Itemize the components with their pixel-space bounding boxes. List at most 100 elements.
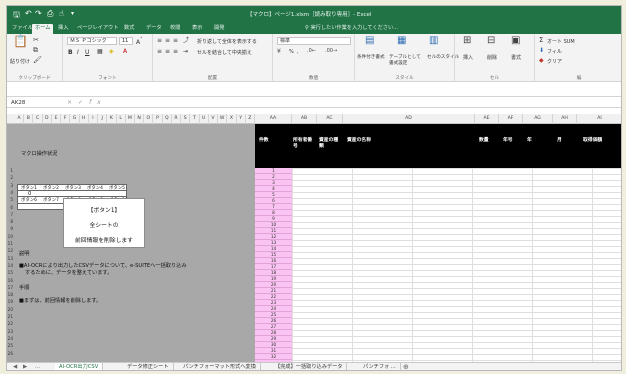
col-header[interactable]: X <box>227 114 237 124</box>
wrap-text-button[interactable]: 折り返して全体を表示する <box>197 38 257 45</box>
col-header[interactable]: R <box>172 114 182 124</box>
row-header[interactable]: 13 <box>7 256 13 261</box>
row-header[interactable]: 16 <box>7 278 13 283</box>
col-header[interactable]: K <box>107 114 117 124</box>
font-size-select[interactable]: 11 <box>119 37 133 45</box>
sheet-tab-data-fix[interactable]: データ修正シート <box>123 363 174 370</box>
more-sheets-icon[interactable]: ... <box>35 364 40 370</box>
row-header[interactable]: 5 <box>7 197 13 202</box>
tab-home[interactable]: ホーム <box>32 24 54 34</box>
col-header[interactable]: Z <box>246 114 255 124</box>
copy-icon[interactable]: ⧉ <box>33 47 38 54</box>
sheet-tab-punch-more[interactable]: パンチフォ ... <box>359 363 401 370</box>
increase-decimal-icon[interactable]: .0← <box>307 48 316 55</box>
cancel-icon[interactable]: × <box>67 99 78 106</box>
col-header[interactable]: I <box>89 114 99 124</box>
row-header[interactable]: 6 <box>7 205 13 210</box>
col-header[interactable]: M <box>126 114 135 124</box>
format-cells-icon[interactable]: ▣ <box>511 36 520 46</box>
row-header[interactable]: 10 <box>7 234 13 239</box>
col-header[interactable]: S <box>181 114 191 124</box>
italic-button[interactable]: I <box>77 49 79 56</box>
row-header[interactable]: 21 <box>7 314 13 319</box>
col-header[interactable]: N <box>135 114 145 124</box>
row-header[interactable]: 9 <box>7 226 13 231</box>
align-bottom-icon[interactable]: ≡ <box>173 37 178 44</box>
cell-styles-icon[interactable]: ▥ <box>429 36 438 46</box>
col-header[interactable]: Y <box>237 114 246 124</box>
row-header[interactable]: 4 <box>7 190 13 195</box>
col-header[interactable]: AG <box>523 114 553 124</box>
conditional-format-icon[interactable]: ▤ <box>365 36 374 46</box>
col-header[interactable]: AF <box>499 114 523 124</box>
col-header[interactable]: E <box>52 114 62 124</box>
indent-icon[interactable]: ⇥ <box>183 48 188 55</box>
sheet-tab-ai-ocr-csv[interactable]: AI-OCR出力CSV <box>55 363 104 370</box>
tab-data[interactable]: データ <box>143 24 165 34</box>
add-sheet-icon[interactable]: ⊕ <box>403 363 409 370</box>
col-header[interactable]: D <box>43 114 52 124</box>
undo-icon[interactable]: ↶ <box>25 9 32 18</box>
align-right-icon[interactable]: ≡ <box>173 48 178 55</box>
row-header[interactable]: 23 <box>7 329 13 334</box>
autosum-label[interactable]: オート SUM <box>547 38 575 45</box>
format-painter-icon[interactable]: 🖌 <box>33 57 42 64</box>
sheet-tab-completed-import[interactable]: 【完成】一括取り込みデータ <box>271 363 348 370</box>
borders-icon[interactable]: ▦ <box>97 48 103 55</box>
col-header[interactable]: H <box>80 114 89 124</box>
comma-button[interactable]: , <box>297 49 299 55</box>
font-color-icon[interactable]: A <box>123 48 127 55</box>
col-header[interactable]: Q <box>163 114 172 124</box>
cell-grid[interactable] <box>292 168 621 362</box>
next-sheet-icon[interactable]: ▶ <box>23 364 27 370</box>
col-header[interactable]: AA <box>255 114 292 124</box>
format-table-label[interactable]: テーブルとして書式設定 <box>389 54 425 66</box>
delete-cells-icon[interactable]: ⊟ <box>487 36 495 46</box>
col-header[interactable]: AH <box>553 114 577 124</box>
col-header[interactable]: F <box>61 114 71 124</box>
row-header[interactable]: 11 <box>7 241 13 246</box>
name-box[interactable]: AK28 <box>9 99 55 107</box>
row-header[interactable]: 12 <box>7 248 13 253</box>
tab-review[interactable]: 校閲 <box>167 24 183 34</box>
row-header[interactable]: 26 <box>7 351 13 356</box>
col-header[interactable]: V <box>209 114 219 124</box>
customize-qat-icon[interactable]: ▾ <box>71 10 74 17</box>
col-header[interactable]: AI <box>577 114 621 124</box>
col-header[interactable]: W <box>218 114 228 124</box>
font-name-select[interactable]: ＭＳ Ｐゴシック <box>67 37 117 45</box>
row-header[interactable]: 22 <box>7 321 13 326</box>
col-header[interactable]: U <box>200 114 209 124</box>
row-header[interactable]: 14 <box>7 263 13 268</box>
percent-button[interactable]: % <box>289 49 294 55</box>
tab-insert[interactable]: 挿入 <box>55 24 71 34</box>
row-header[interactable]: 18 <box>7 292 13 297</box>
col-header[interactable]: L <box>117 114 126 124</box>
fill-label[interactable]: フィル <box>547 48 562 55</box>
col-header[interactable]: P <box>153 114 163 124</box>
align-top-icon[interactable]: ≡ <box>157 37 162 44</box>
row-header[interactable]: 2 <box>7 175 13 180</box>
fx-icon[interactable]: fx <box>89 99 107 106</box>
col-header[interactable]: AE <box>475 114 499 124</box>
col-header[interactable]: B <box>24 114 34 124</box>
tab-view[interactable]: 表示 <box>189 24 205 34</box>
align-center-icon[interactable]: ≡ <box>165 48 170 55</box>
format-label[interactable]: 書式 <box>511 54 521 61</box>
font-grow-icon[interactable]: A˄ <box>136 37 143 46</box>
sheet-tab-punch-convert[interactable]: パンチフォーマット形式へ変換 <box>179 363 261 370</box>
row-header[interactable]: 24 <box>7 336 13 341</box>
col-header[interactable]: T <box>190 114 200 124</box>
delete-label[interactable]: 削除 <box>487 54 497 61</box>
fill-icon[interactable]: ⬇ <box>539 47 544 54</box>
row-header[interactable]: 15 <box>7 270 13 275</box>
align-left-icon[interactable]: ≡ <box>157 48 162 55</box>
row-header[interactable]: 3 <box>7 183 13 188</box>
clear-icon[interactable]: ◆ <box>539 57 544 64</box>
col-header[interactable]: AD <box>343 114 475 124</box>
tab-formulas[interactable]: 数式 <box>121 24 137 34</box>
col-header[interactable]: A <box>15 114 25 124</box>
insert-label[interactable]: 挿入 <box>463 54 473 61</box>
tell-me-box[interactable]: ♀ 実行したい作業を入力してください... <box>305 24 398 31</box>
count-cell[interactable]: 32 <box>255 354 292 360</box>
